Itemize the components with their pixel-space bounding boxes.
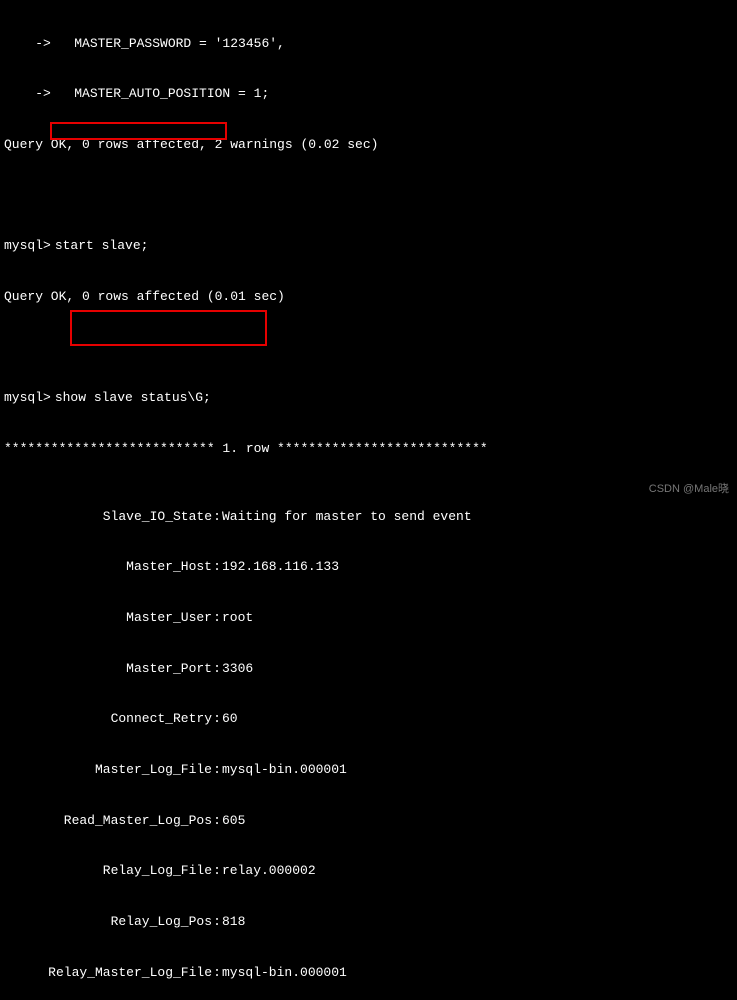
- output-line: Query OK, 0 rows affected, 2 warnings (0…: [4, 137, 733, 154]
- mysql-prompt: mysql>: [4, 390, 55, 407]
- status-row-relay-log-file: Relay_Log_File:relay.000002: [4, 863, 733, 880]
- colon: :: [212, 863, 222, 880]
- status-key: Master_Host: [4, 559, 212, 576]
- command-show-slave-status: show slave status\G;: [55, 390, 211, 407]
- status-val: relay.000002: [222, 863, 733, 880]
- status-row-master-port: Master_Port:3306: [4, 661, 733, 678]
- mysql-prompt: mysql>: [4, 238, 55, 255]
- status-row-connect-retry: Connect_Retry:60: [4, 711, 733, 728]
- colon: :: [212, 610, 222, 627]
- colon: :: [212, 559, 222, 576]
- status-key: Relay_Log_File: [4, 863, 212, 880]
- output-line: Query OK, 0 rows affected (0.01 sec): [4, 289, 733, 306]
- status-key: Relay_Master_Log_File: [4, 965, 212, 982]
- status-val: 605: [222, 813, 733, 830]
- terminal-output[interactable]: -> MASTER_PASSWORD = '123456', -> MASTER…: [4, 2, 733, 1000]
- blank-line: [4, 188, 733, 205]
- colon: :: [212, 711, 222, 728]
- colon: :: [212, 762, 222, 779]
- status-row-read-master-log-pos: Read_Master_Log_Pos:605: [4, 813, 733, 830]
- row-separator: *************************** 1. row *****…: [4, 441, 733, 458]
- status-row-slave-io-state: Slave_IO_State:Waiting for master to sen…: [4, 509, 733, 526]
- status-row-relay-master-log-file: Relay_Master_Log_File:mysql-bin.000001: [4, 965, 733, 982]
- colon: :: [212, 509, 222, 526]
- status-val: root: [222, 610, 733, 627]
- command-start-slave: start slave;: [55, 238, 149, 255]
- status-row-master-host: Master_Host:192.168.116.133: [4, 559, 733, 576]
- output-line: -> MASTER_AUTO_POSITION = 1;: [4, 86, 733, 103]
- status-val: Waiting for master to send event: [222, 509, 733, 526]
- status-val: 192.168.116.133: [222, 559, 733, 576]
- status-val: 3306: [222, 661, 733, 678]
- status-val: mysql-bin.000001: [222, 762, 733, 779]
- colon: :: [212, 813, 222, 830]
- status-row-relay-log-pos: Relay_Log_Pos:818: [4, 914, 733, 931]
- status-val: 818: [222, 914, 733, 931]
- status-val: 60: [222, 711, 733, 728]
- status-key: Connect_Retry: [4, 711, 212, 728]
- watermark-text: CSDN @Male晓: [649, 482, 729, 496]
- status-key: Relay_Log_Pos: [4, 914, 212, 931]
- status-key: Master_Port: [4, 661, 212, 678]
- status-row-master-user: Master_User:root: [4, 610, 733, 627]
- command-line: mysql> show slave status\G;: [4, 390, 733, 407]
- status-key: Master_User: [4, 610, 212, 627]
- colon: :: [212, 965, 222, 982]
- status-val: mysql-bin.000001: [222, 965, 733, 982]
- colon: :: [212, 914, 222, 931]
- output-line: -> MASTER_PASSWORD = '123456',: [4, 36, 733, 53]
- status-key: Master_Log_File: [4, 762, 212, 779]
- command-line: mysql> start slave;: [4, 238, 733, 255]
- colon: :: [212, 661, 222, 678]
- status-row-master-log-file: Master_Log_File:mysql-bin.000001: [4, 762, 733, 779]
- status-key: Slave_IO_State: [4, 509, 212, 526]
- status-key: Read_Master_Log_Pos: [4, 813, 212, 830]
- blank-line: [4, 340, 733, 357]
